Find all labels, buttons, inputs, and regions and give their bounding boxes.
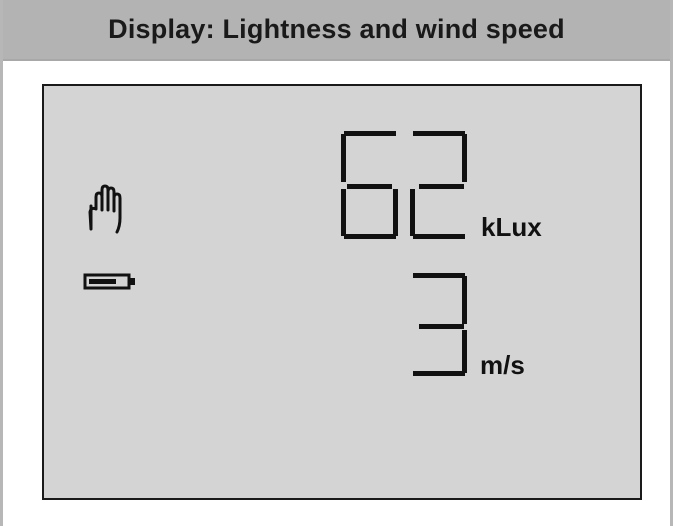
lightness-unit: kLux xyxy=(481,212,542,242)
lcd-digit-3 xyxy=(413,273,467,376)
wind-speed-unit: m/s xyxy=(480,350,525,380)
lcd-digit-6 xyxy=(341,131,398,239)
page-title: Display: Lightness and wind speed xyxy=(108,14,565,44)
lcd-graphics xyxy=(83,131,467,376)
diagram-frame: Display: Lightness and wind speed kLux m… xyxy=(0,0,673,526)
hand-icon xyxy=(88,184,122,234)
lcd-display: kLux m/s xyxy=(42,84,642,500)
battery-icon xyxy=(83,273,135,290)
header-bar: Display: Lightness and wind speed xyxy=(3,0,670,61)
lcd-digit-2 xyxy=(410,131,467,239)
